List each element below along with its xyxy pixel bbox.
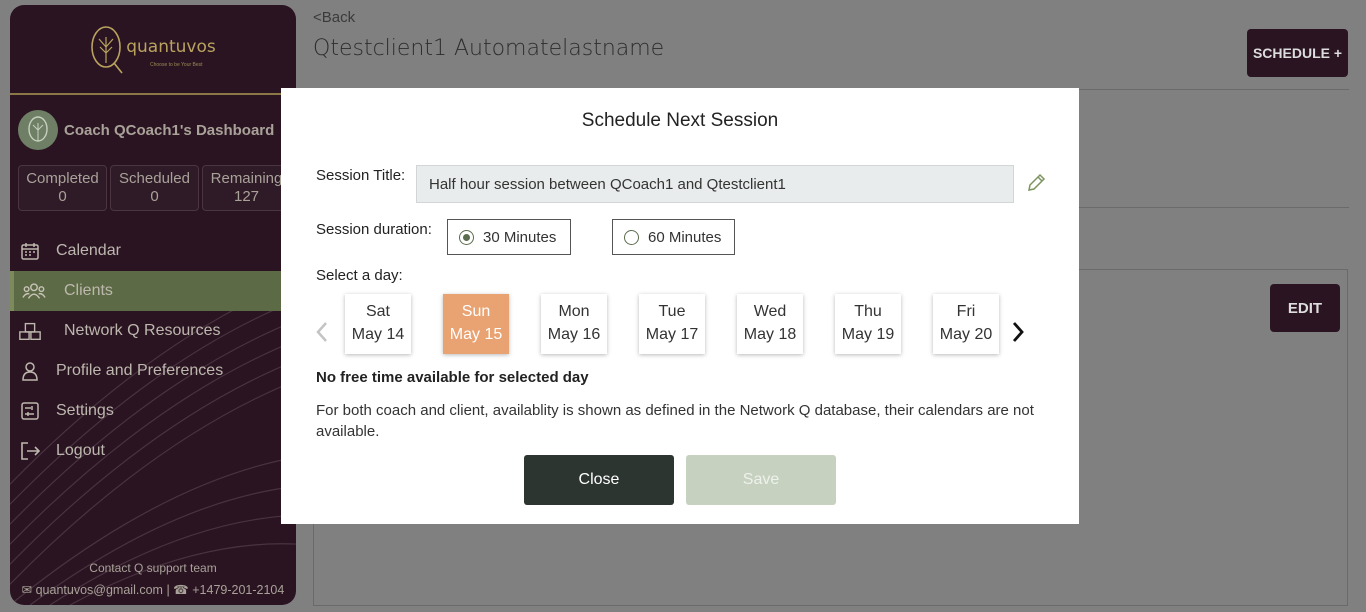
stat-label: Scheduled (119, 170, 190, 187)
contact-title: Contact Q support team (89, 561, 217, 575)
avatar (18, 110, 58, 150)
day-name: Mon (558, 303, 590, 320)
save-button[interactable]: Save (686, 455, 836, 505)
day-date: May 19 (841, 326, 895, 343)
modal-title: Schedule Next Session (581, 110, 779, 131)
day-name: Thu (854, 303, 882, 320)
person-icon (18, 359, 42, 383)
day-date: May 14 (351, 326, 405, 343)
day-option[interactable]: Sat May 14 (345, 294, 411, 354)
sidebar-item-label: Logout (56, 442, 105, 459)
day-date: May 16 (547, 326, 601, 343)
day-option-selected[interactable]: Sun May 15 (443, 294, 509, 354)
session-duration-label: Session duration: (316, 221, 432, 238)
chevron-left-icon[interactable] (314, 319, 330, 345)
avatar-tree-icon (28, 116, 48, 142)
brand-tagline: Choose to be Your Best (150, 62, 203, 68)
duration-option-60[interactable]: 60 Minutes (612, 219, 735, 255)
sidebar-item-logout[interactable]: Logout (10, 431, 296, 471)
duration-option-30[interactable]: 30 Minutes (447, 219, 571, 255)
session-title-label: Session Title: (316, 167, 406, 184)
contact-separator: | (166, 583, 170, 597)
sidebar-item-profile[interactable]: Profile and Preferences (10, 351, 296, 391)
users-icon (22, 279, 46, 303)
contact-phone[interactable]: +1479-201-2104 (192, 583, 284, 597)
day-name: Fri (956, 303, 976, 320)
sidebar-item-clients[interactable]: Clients (10, 271, 296, 311)
phone-icon: ☎ (173, 583, 189, 597)
sidebar-item-label: Calendar (56, 242, 121, 259)
logout-icon (18, 439, 42, 463)
boxes-icon (18, 319, 42, 343)
availability-note: For both coach and client, availablity i… (316, 402, 1034, 440)
radio-selected-icon (459, 229, 474, 245)
stat-value: 127 (233, 188, 260, 205)
brand-logo: quantuvos Choose to be Your Best (10, 5, 296, 93)
duration-label: 60 Minutes (648, 228, 722, 246)
stat-value: 0 (58, 188, 67, 205)
day-option[interactable]: Fri May 20 (933, 294, 999, 354)
day-option[interactable]: Wed May 18 (737, 294, 803, 354)
dashboard-title: Coach QCoach1's Dashboard (64, 121, 275, 139)
stat-value: 0 (150, 188, 159, 205)
chevron-right-icon[interactable] (1010, 319, 1026, 345)
close-button[interactable]: Close (524, 455, 674, 505)
sidebar-item-calendar[interactable]: Calendar (10, 231, 296, 271)
day-date: May 15 (449, 326, 503, 343)
divider (1079, 207, 1349, 208)
sidebar-item-label: Settings (56, 402, 114, 419)
day-name: Wed (753, 303, 787, 320)
radio-unselected-icon (624, 229, 639, 245)
day-name: Sat (365, 303, 390, 320)
day-date: May 17 (645, 326, 699, 343)
select-day-label: Select a day: (316, 267, 403, 284)
stat-label: Remaining (210, 170, 283, 187)
back-link[interactable]: <Back (313, 9, 355, 26)
sidebar-item-settings[interactable]: Settings (10, 391, 296, 431)
stat-remaining: Remaining 127 (202, 165, 291, 211)
day-option[interactable]: Thu May 19 (835, 294, 901, 354)
contact-email[interactable]: quantuvos@gmail.com (36, 583, 163, 597)
edit-button[interactable]: EDIT (1270, 284, 1340, 332)
duration-label: 30 Minutes (483, 228, 557, 246)
stat-label: Completed (26, 170, 99, 187)
session-stats: Completed 0 Scheduled 0 Remaining 127 (18, 165, 291, 211)
sidebar-item-label: Clients (64, 282, 113, 299)
settings-icon (18, 399, 42, 423)
mail-icon: ✉ (21, 583, 33, 597)
session-title-input[interactable] (416, 165, 1014, 203)
page-title: Qtestclient1 Automatelastname (313, 36, 665, 61)
day-option[interactable]: Mon May 16 (541, 294, 607, 354)
sidebar: quantuvos Choose to be Your Best Coach Q… (10, 5, 296, 605)
sidebar-item-network-q-resources[interactable]: Network Q Resources (10, 311, 296, 351)
day-name: Sun (461, 303, 491, 320)
no-free-time-message: No free time available for selected day (316, 369, 589, 386)
edit-pencil-icon[interactable] (1025, 172, 1047, 194)
sidebar-item-label: Profile and Preferences (56, 362, 224, 379)
logo-tree-icon (91, 26, 123, 74)
day-option[interactable]: Tue May 17 (639, 294, 705, 354)
schedule-session-modal: Schedule Next Session Session Title: Ses… (281, 88, 1079, 524)
schedule-button[interactable]: SCHEDULE + (1247, 29, 1348, 77)
divider (1079, 89, 1349, 90)
day-date: May 20 (939, 326, 993, 343)
stat-scheduled: Scheduled 0 (110, 165, 199, 211)
sidebar-item-label: Network Q Resources (64, 322, 221, 339)
day-date: May 18 (743, 326, 797, 343)
divider (10, 93, 296, 95)
dashboard-header: Coach QCoach1's Dashboard (10, 101, 296, 159)
calendar-icon (18, 239, 42, 263)
day-name: Tue (658, 303, 686, 320)
brand-name: quantuvos (126, 37, 216, 57)
stat-completed: Completed 0 (18, 165, 107, 211)
sidebar-nav: Calendar Clients Network Q Resources Pro… (10, 231, 296, 471)
contact-info: ✉ quantuvos@gmail.com | ☎ +1479-201-2104 (10, 582, 296, 597)
